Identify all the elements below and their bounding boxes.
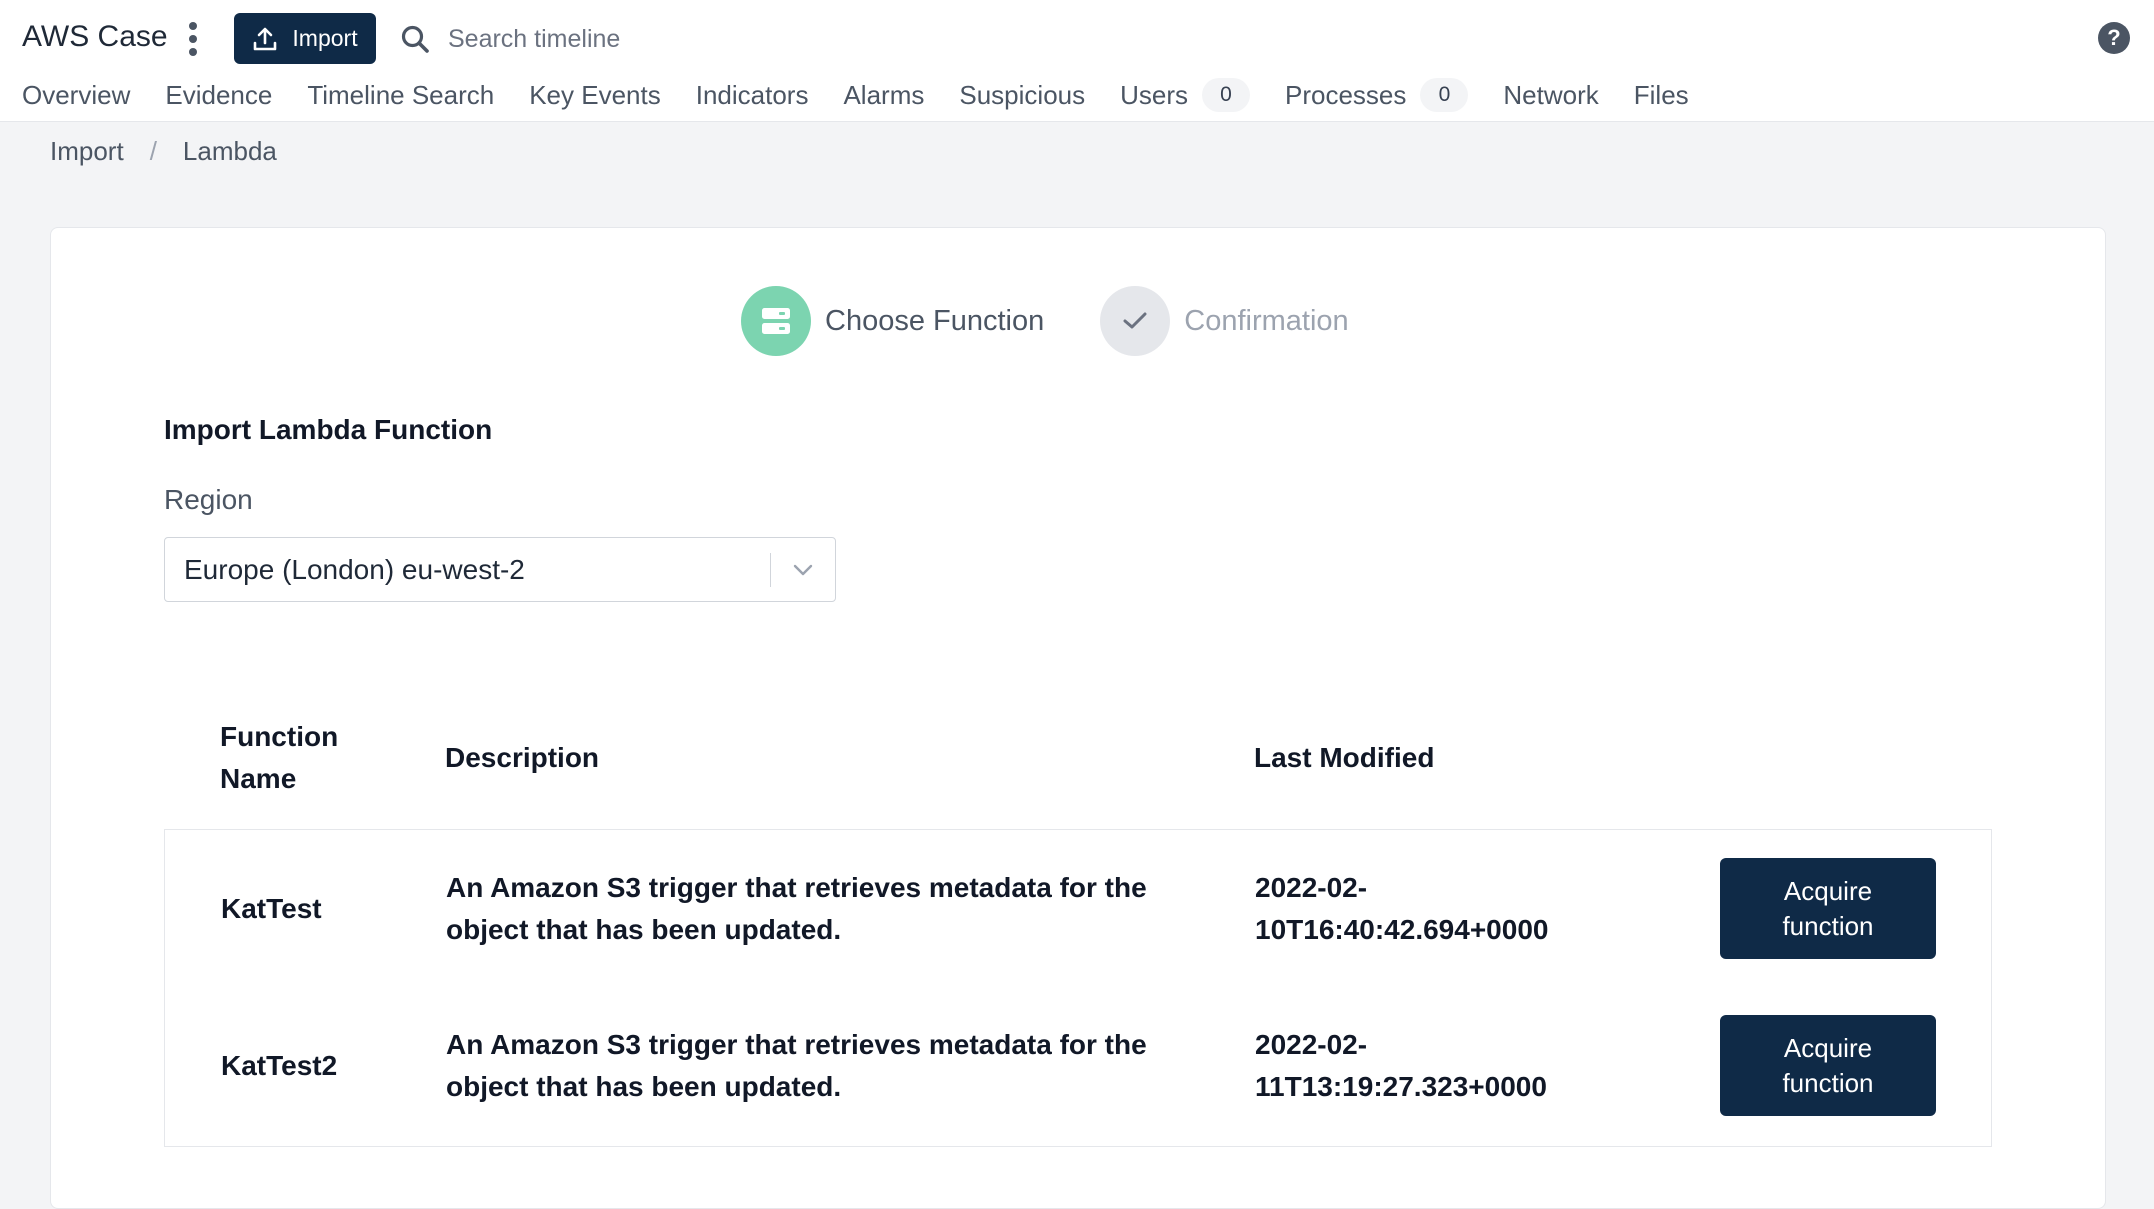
breadcrumb-item-import[interactable]: Import [50,136,124,167]
nav-tab-timeline-search[interactable]: Timeline Search [307,80,494,111]
processes-count-badge: 0 [1420,78,1469,112]
nav-tab-label: Suspicious [959,79,1086,110]
description-cell: An Amazon S3 trigger that retrieves meta… [446,1029,1147,1102]
nav-tab-key-events[interactable]: Key Events [529,80,661,111]
description-cell: An Amazon S3 trigger that retrieves meta… [446,872,1147,945]
functions-table: KatTest An Amazon S3 trigger that retrie… [164,829,1992,1147]
acquire-function-button[interactable]: Acquire function [1720,858,1936,959]
nav-tab-files[interactable]: Files [1634,80,1689,111]
breadcrumb: Import / Lambda [50,136,277,167]
upload-icon [254,27,277,50]
case-title: AWS Case [22,20,168,53]
nav-tab-indicators[interactable]: Indicators [696,80,809,111]
search-bar [400,14,920,64]
nav-tab-overview[interactable]: Overview [22,80,130,111]
section-title: Import Lambda Function [164,414,493,445]
breadcrumb-separator: / [149,136,157,166]
nav-tab-label: Alarms [843,79,925,110]
users-count-badge: 0 [1202,78,1251,112]
nav-tab-users[interactable]: Users 0 [1120,78,1251,112]
nav-tab-processes[interactable]: Processes 0 [1285,78,1469,112]
region-label: Region [164,484,253,515]
main-nav: Overview Evidence Timeline Search Key Ev… [22,74,1724,116]
nav-tab-evidence[interactable]: Evidence [165,80,272,111]
function-name-cell: KatTest [221,893,322,924]
step-label: Choose Function [825,304,1045,337]
table-row: KatTest2 An Amazon S3 trigger that retri… [165,987,1991,1144]
nav-tab-label: Network [1503,79,1599,110]
last-modified-cell: 2022-02-10T16:40:42.694+0000 [1255,872,1549,945]
function-name-cell: KatTest2 [221,1050,338,1081]
top-bar: AWS Case Import ? Overview Evidence Time… [0,0,2154,122]
import-button-label: Import [292,25,358,51]
nav-tab-label: Overview [22,79,131,110]
step-label: Confirmation [1184,304,1349,337]
search-icon [401,25,429,53]
last-modified-cell: 2022-02-11T13:19:27.323+0000 [1255,1029,1547,1102]
table-row: KatTest An Amazon S3 trigger that retrie… [165,830,1991,987]
acquire-function-button[interactable]: Acquire function [1720,1015,1936,1116]
nav-tab-suspicious[interactable]: Suspicious [959,80,1085,111]
nav-tab-label: Timeline Search [307,79,495,110]
nav-tab-network[interactable]: Network [1503,80,1598,111]
kebab-menu-icon[interactable] [186,22,200,56]
server-icon [762,308,790,334]
step-2-circle [1100,286,1171,356]
import-card: Choose Function Confirmation Import Lamb… [50,227,2106,1209]
nav-tab-label: Evidence [165,79,273,110]
stepper: Choose Function Confirmation [741,286,1349,356]
step-choose-function: Choose Function [741,286,1044,356]
step-confirmation: Confirmation [1100,286,1349,356]
import-button[interactable]: Import [234,13,376,64]
step-1-circle [741,286,811,356]
nav-tab-label: Key Events [529,79,661,110]
breadcrumb-item-lambda: Lambda [182,136,277,166]
nav-tab-label: Files [1633,79,1689,110]
region-select[interactable]: Europe (London) eu-west-2 [164,537,836,602]
nav-tab-alarms[interactable]: Alarms [843,80,924,111]
nav-tab-label: Indicators [695,79,809,110]
nav-tab-label: Processes [1285,79,1407,110]
column-header-function-name: Function Name [220,721,339,794]
region-select-value: Europe (London) eu-west-2 [184,553,525,585]
column-header-last-modified: Last Modified [1254,742,1435,773]
search-input[interactable] [446,23,890,55]
help-icon[interactable]: ? [2098,22,2130,54]
column-header-description: Description [445,742,600,773]
chevron-down-icon[interactable] [771,563,835,577]
check-icon [1123,312,1147,329]
nav-tab-label: Users [1120,79,1189,110]
